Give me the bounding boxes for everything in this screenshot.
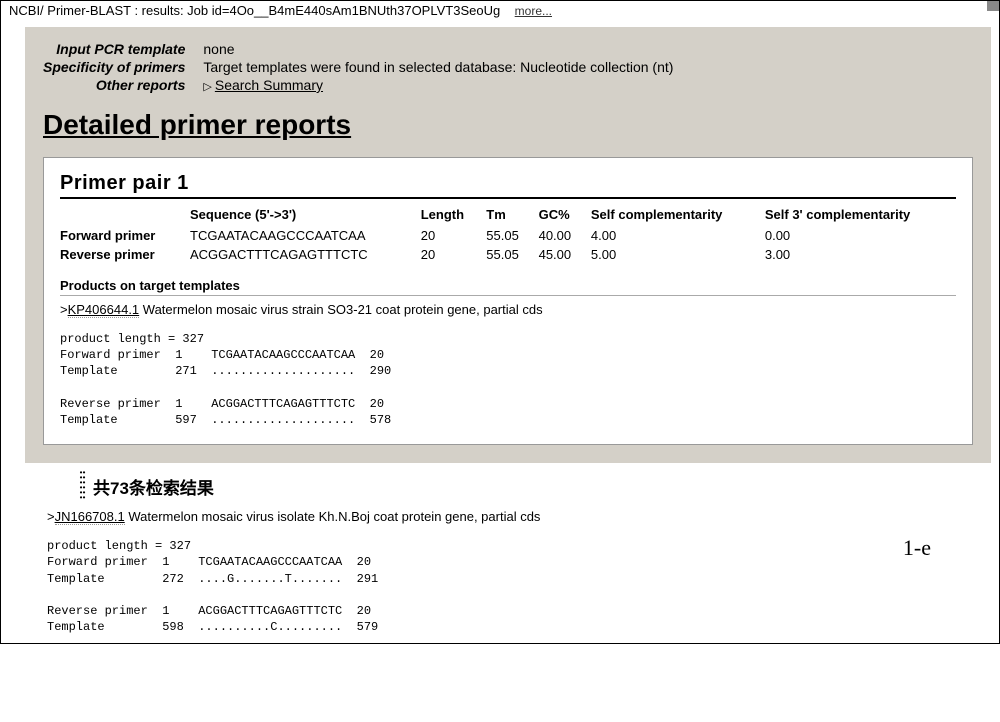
other-reports-label: Other reports xyxy=(43,77,203,95)
col-self3: Self 3' complementarity xyxy=(765,205,956,226)
fwd-tm: 55.05 xyxy=(486,226,538,245)
hit1-alignment: product length = 327 Forward primer 1 TC… xyxy=(60,331,956,428)
col-gc: GC% xyxy=(539,205,591,226)
figure-label: 1-e xyxy=(903,535,931,561)
hit1-line: >KP406644.1 Watermelon mosaic virus stra… xyxy=(60,302,956,317)
col-selfc: Self complementarity xyxy=(591,205,765,226)
rev-self3: 3.00 xyxy=(765,245,956,264)
rev-seq: ACGGACTTTCAGAGTTTCTC xyxy=(190,245,421,264)
primer-pair-title: Primer pair 1 xyxy=(60,172,956,199)
vertical-dots-icon: • •• •• •• •• •• • xyxy=(77,471,87,501)
col-tm: Tm xyxy=(486,205,538,226)
hit2-description: Watermelon mosaic virus isolate Kh.N.Boj… xyxy=(125,509,541,524)
col-length: Length xyxy=(421,205,487,226)
specificity-value: Target templates were found in selected … xyxy=(203,59,673,77)
rev-tm: 55.05 xyxy=(486,245,538,264)
fwd-seq: TCGAATACAAGCCCAATCAA xyxy=(190,226,421,245)
search-summary-link[interactable]: Search Summary xyxy=(215,77,323,93)
ellipsis-row: • •• •• •• •• •• • 共73条检索结果 xyxy=(77,471,991,501)
col-sequence: Sequence (5'->3') xyxy=(190,205,421,226)
input-template-label: Input PCR template xyxy=(43,41,203,59)
fwd-name: Forward primer xyxy=(60,226,190,245)
hit2-alignment: product length = 327 Forward primer 1 TC… xyxy=(47,538,991,635)
results-count: 共73条检索结果 xyxy=(93,474,214,499)
specificity-label: Specificity of primers xyxy=(43,59,203,77)
fwd-gc: 40.00 xyxy=(539,226,591,245)
summary-info: Input PCR template none Specificity of p… xyxy=(43,41,673,95)
lower-block: • •• •• •• •• •• • 共73条检索结果 >JN166708.1 … xyxy=(41,471,991,635)
rev-gc: 45.00 xyxy=(539,245,591,264)
window-corner xyxy=(987,1,999,11)
fwd-self3: 0.00 xyxy=(765,226,956,245)
primer-report-card: Primer pair 1 Sequence (5'->3') Length T… xyxy=(43,157,973,445)
other-reports-value: ▷ Search Summary xyxy=(203,77,673,95)
primer-table: Sequence (5'->3') Length Tm GC% Self com… xyxy=(60,205,956,264)
more-link[interactable]: more... xyxy=(515,4,552,18)
table-header-row: Sequence (5'->3') Length Tm GC% Self com… xyxy=(60,205,956,226)
page-container: NCBI/ Primer-BLAST : results: Job id=4Oo… xyxy=(0,0,1000,644)
hit1-description: Watermelon mosaic virus strain SO3-21 co… xyxy=(139,302,542,317)
results-panel: Input PCR template none Specificity of p… xyxy=(25,27,991,463)
triangle-icon: ▷ xyxy=(203,81,211,93)
breadcrumb-text: NCBI/ Primer-BLAST : results: Job id=4Oo… xyxy=(9,3,500,18)
products-heading: Products on target templates xyxy=(60,278,956,296)
rev-len: 20 xyxy=(421,245,487,264)
fwd-len: 20 xyxy=(421,226,487,245)
input-template-value: none xyxy=(203,41,673,59)
hit1-accession-link[interactable]: KP406644.1 xyxy=(68,302,140,318)
reverse-primer-row: Reverse primer ACGGACTTTCAGAGTTTCTC 20 5… xyxy=(60,245,956,264)
forward-primer-row: Forward primer TCGAATACAAGCCCAATCAA 20 5… xyxy=(60,226,956,245)
rev-selfc: 5.00 xyxy=(591,245,765,264)
hit2-line: >JN166708.1 Watermelon mosaic virus isol… xyxy=(47,509,991,524)
page-title: Detailed primer reports xyxy=(43,109,973,141)
rev-name: Reverse primer xyxy=(60,245,190,264)
hit2-accession-link[interactable]: JN166708.1 xyxy=(55,509,125,525)
breadcrumb-bar: NCBI/ Primer-BLAST : results: Job id=4Oo… xyxy=(1,1,999,23)
fwd-selfc: 4.00 xyxy=(591,226,765,245)
